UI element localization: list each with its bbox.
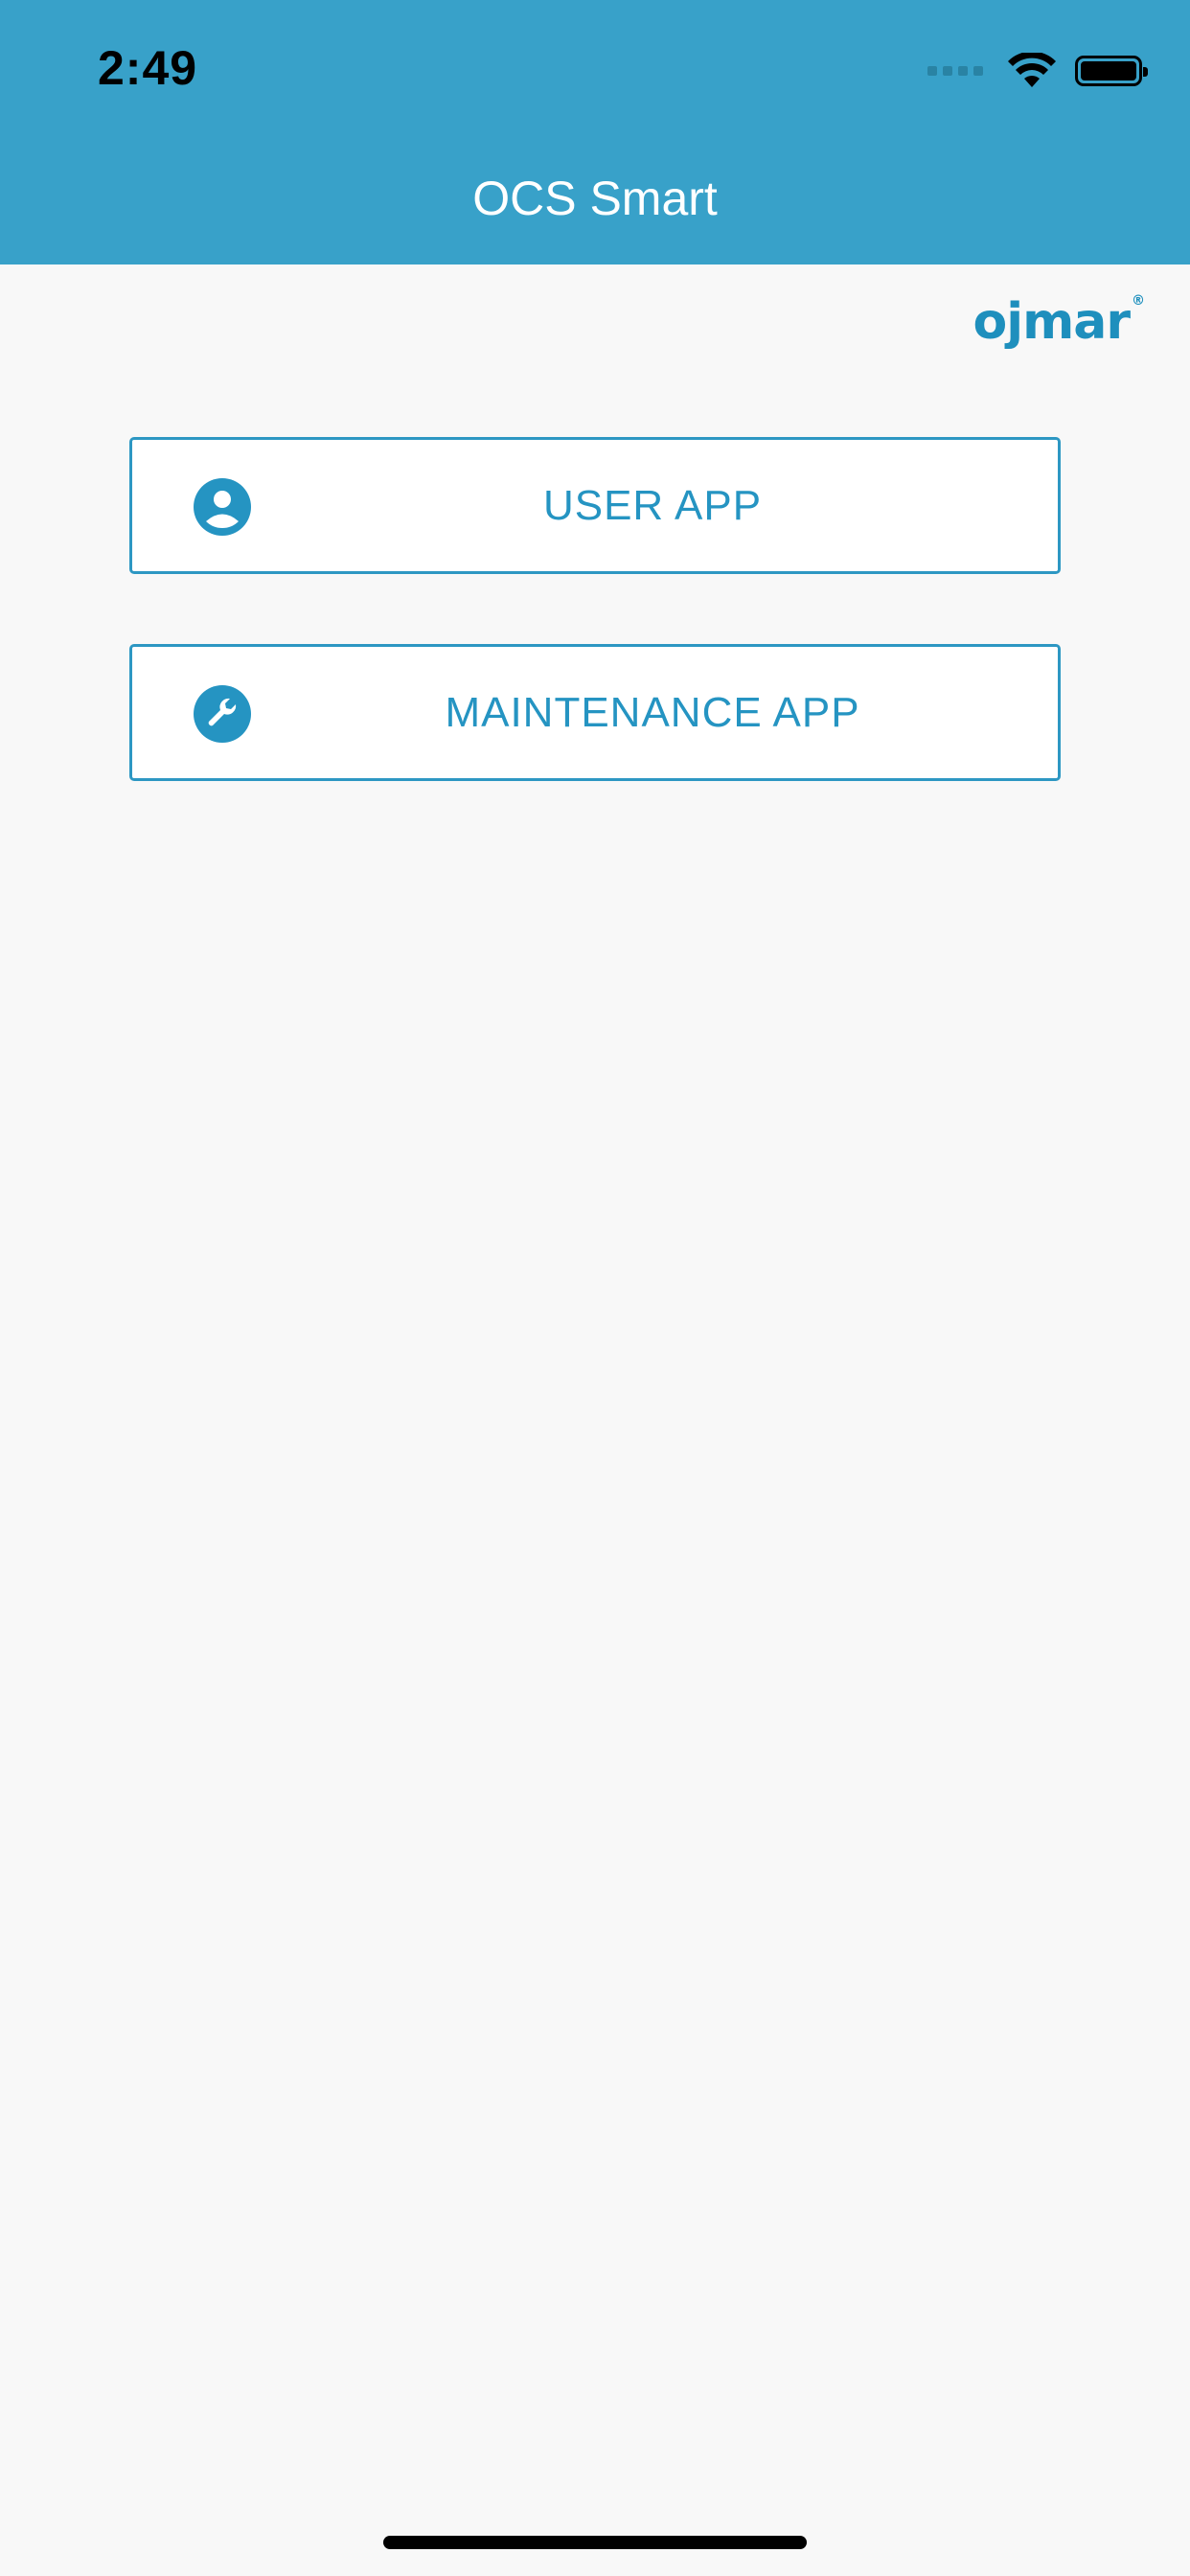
home-indicator[interactable] (383, 2536, 807, 2549)
logo-text: ojmar (973, 293, 1131, 351)
user-app-button[interactable]: USER APP (129, 437, 1061, 574)
wifi-icon (1008, 53, 1056, 87)
page-title: OCS Smart (472, 172, 718, 225)
status-icons (927, 48, 1148, 94)
status-time: 2:49 (98, 41, 198, 95)
maintenance-app-label: MAINTENANCE APP (445, 688, 860, 736)
maintenance-app-button[interactable]: MAINTENANCE APP (129, 644, 1061, 781)
user-app-label: USER APP (542, 481, 763, 529)
ojmar-logo: ojmar ® (973, 293, 1145, 351)
cellular-signal-icon (927, 66, 983, 76)
battery-icon (1075, 56, 1148, 86)
app-header: 2:49 OCS Smart (0, 0, 1190, 264)
logo-registered-mark: ® (1132, 293, 1145, 309)
